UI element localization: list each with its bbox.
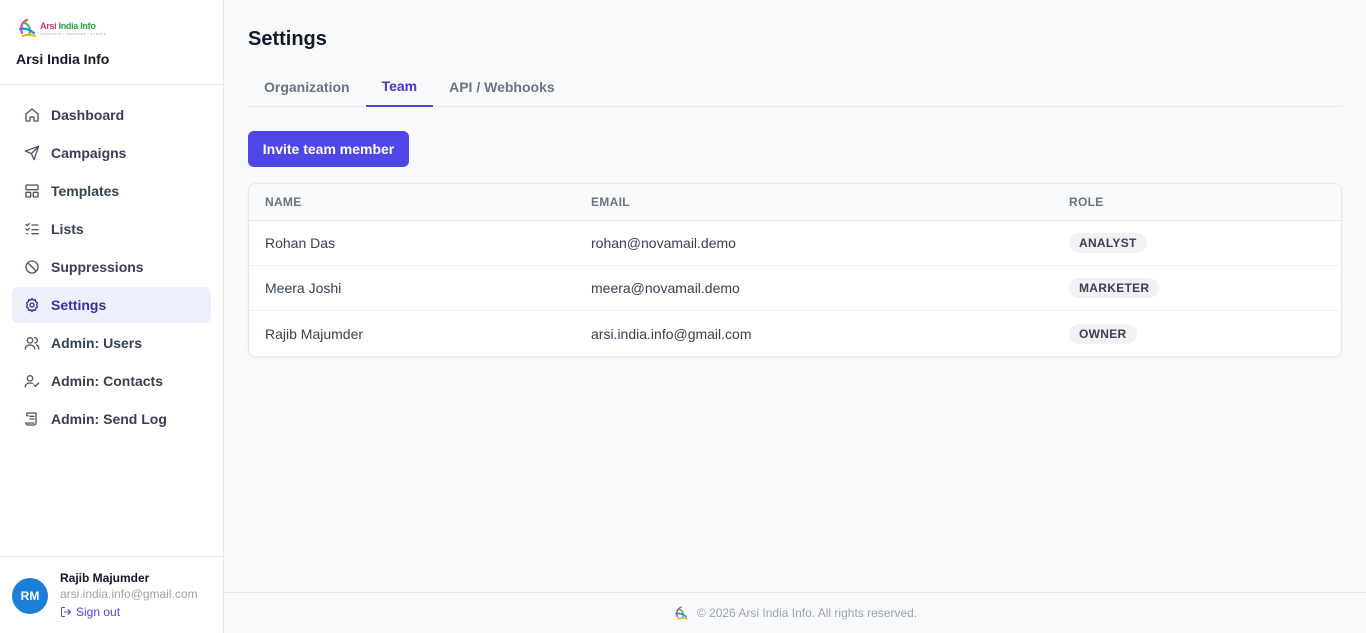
sidebar-item-dashboard[interactable]: Dashboard [12, 97, 211, 133]
tab-organization[interactable]: Organization [248, 68, 366, 106]
sidebar-item-label: Settings [51, 297, 107, 313]
sidebar-item-admin-send-log[interactable]: Admin: Send Log [12, 401, 211, 437]
logo-text-a: Arsi [40, 20, 59, 31]
sidebar: Arsi India Info PRODUCTS • SERVICES • EV… [0, 0, 224, 633]
sign-out-label: Sign out [76, 605, 121, 619]
layout-icon [24, 183, 40, 199]
column-header-role[interactable]: ROLE [1053, 195, 1341, 209]
settings-tabs: Organization Team API / Webhooks [248, 68, 1342, 107]
sidebar-nav: Dashboard Campaigns Templates Lists Supp… [0, 85, 223, 437]
role-badge: OWNER [1069, 323, 1137, 344]
column-header-email[interactable]: EMAIL [575, 195, 1053, 209]
user-check-icon [24, 373, 40, 389]
page-title: Settings [248, 28, 327, 50]
tab-team[interactable]: Team [365, 68, 434, 107]
sidebar-item-label: Admin: Contacts [51, 373, 163, 389]
brand-logo-icon [18, 18, 36, 37]
scroll-icon [24, 411, 40, 427]
gear-icon [24, 297, 40, 313]
table-row[interactable]: Rohan Das rohan@novamail.demo ANALYST [249, 221, 1341, 266]
main-content: Settings Organization Team API / Webhook… [224, 0, 1366, 633]
sidebar-item-admin-users[interactable]: Admin: Users [12, 325, 211, 361]
user-panel: RM Rajib Majumder arsi.india.info@gmail.… [0, 556, 223, 633]
invite-team-member-button[interactable]: Invite team member [248, 131, 409, 167]
home-icon [24, 107, 40, 123]
member-name: Rajib Majumder [265, 325, 364, 342]
brand: Arsi India Info PRODUCTS • SERVICES • EV… [0, 0, 223, 85]
users-icon [24, 335, 40, 351]
member-email: rohan@novamail.demo [591, 235, 736, 251]
sidebar-item-campaigns[interactable]: Campaigns [12, 135, 211, 171]
ban-icon [24, 259, 40, 275]
table-row[interactable]: Meera Joshi meera@novamail.demo MARKETER [249, 266, 1341, 311]
team-table: NAME EMAIL ROLE Rohan Das rohan@novamail… [248, 183, 1342, 357]
member-email: meera@novamail.demo [591, 280, 740, 296]
sidebar-item-templates[interactable]: Templates [12, 173, 211, 209]
user-email: arsi.india.info@gmail.com [60, 587, 198, 601]
sidebar-item-label: Admin: Send Log [51, 411, 167, 427]
sidebar-item-settings[interactable]: Settings [12, 287, 211, 323]
list-check-icon [24, 221, 40, 237]
sidebar-item-label: Suppressions [51, 259, 144, 275]
footer: © 2026 Arsi India Info. All rights reser… [224, 592, 1366, 633]
sidebar-item-admin-contacts[interactable]: Admin: Contacts [12, 363, 211, 399]
send-icon [24, 145, 40, 161]
table-row[interactable]: Rajib Majumder arsi.india.info@gmail.com… [249, 311, 1341, 356]
member-email: arsi.india.info@gmail.com [591, 325, 752, 342]
sidebar-item-label: Admin: Users [51, 335, 143, 351]
sidebar-item-suppressions[interactable]: Suppressions [12, 249, 211, 285]
brand-logo[interactable]: Arsi India Info PRODUCTS • SERVICES • EV… [16, 15, 207, 41]
sign-out-icon [61, 607, 71, 617]
brand-name: Arsi India Info [16, 51, 110, 67]
footer-logo-icon [674, 606, 688, 620]
sidebar-item-label: Campaigns [51, 145, 127, 161]
logo-text-b: India Info [58, 20, 96, 31]
sidebar-item-label: Dashboard [51, 107, 125, 123]
user-name: Rajib Majumder [60, 571, 150, 585]
tab-api-webhooks[interactable]: API / Webhooks [433, 68, 571, 106]
role-badge: ANALYST [1069, 233, 1147, 253]
role-badge: MARKETER [1069, 278, 1160, 298]
sign-out-link[interactable]: Sign out [60, 603, 198, 621]
member-name: Meera Joshi [265, 280, 342, 296]
footer-copyright: © 2026 Arsi India Info. All rights reser… [696, 606, 918, 620]
sidebar-item-label: Lists [51, 221, 84, 237]
column-header-name[interactable]: NAME [249, 195, 575, 209]
avatar[interactable]: RM [12, 578, 48, 614]
table-header: NAME EMAIL ROLE [249, 184, 1341, 221]
logo-tagline: PRODUCTS • SERVICES • EVENTS [40, 31, 107, 36]
sidebar-item-label: Templates [51, 183, 120, 199]
sidebar-item-lists[interactable]: Lists [12, 211, 211, 247]
member-name: Rohan Das [265, 235, 336, 251]
